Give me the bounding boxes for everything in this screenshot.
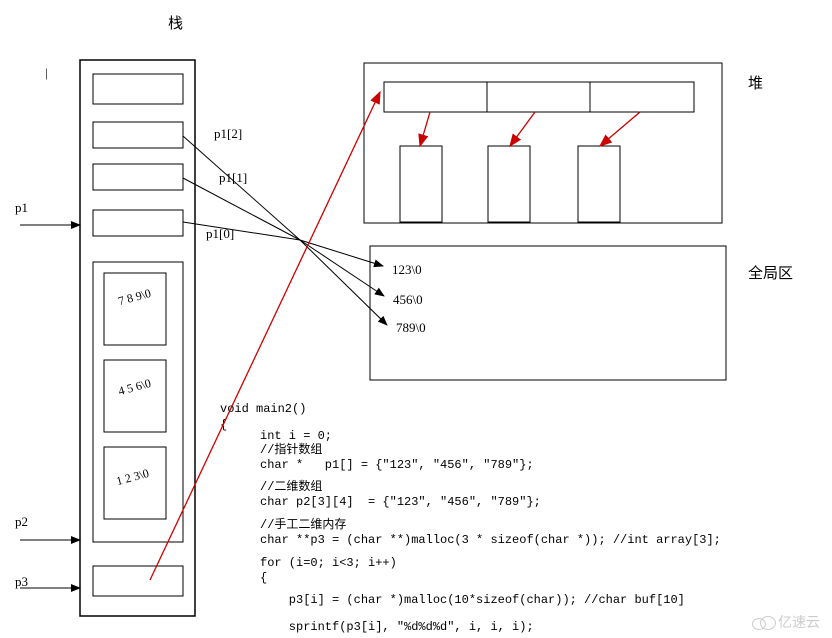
- p3-cell: [93, 566, 183, 596]
- p2-row-1: [104, 360, 166, 432]
- heap-arrow-1: [510, 112, 535, 146]
- stack-cell-a-text: 7 8 9\0: [117, 286, 153, 309]
- p2-label: p2: [15, 514, 28, 530]
- code-l7: char **p3 = (char **)malloc(3 * sizeof(c…: [260, 531, 721, 549]
- watermark: 亿速云: [752, 612, 820, 632]
- stack-cell-c-text: 1 2 3\0: [115, 466, 151, 489]
- heap-block-1: [488, 146, 530, 222]
- code-l10: p3[i] = (char *)malloc(10*sizeof(char));…: [260, 591, 685, 609]
- global-box: [370, 246, 726, 380]
- fan-to-456: [300, 240, 384, 296]
- global-str-3: 789\0: [396, 320, 426, 336]
- p1-0-label: p1[0]: [206, 226, 234, 242]
- code-l5: char p2[3][4] = {"123", "456", "789"};: [260, 493, 541, 511]
- heap-arrow-0: [420, 112, 430, 146]
- heap-block-2: [578, 146, 620, 222]
- global-title: 全局区: [748, 262, 793, 283]
- watermark-text: 亿速云: [778, 612, 820, 632]
- p2-row-2: [104, 273, 166, 345]
- code-brace: {: [220, 416, 227, 434]
- p1-1-label: p1[1]: [219, 170, 247, 186]
- p1-2-label: p1[2]: [214, 126, 242, 142]
- code-l11: sprintf(p3[i], "%d%d%d", i, i, i);: [260, 618, 534, 636]
- heap-title: 堆: [748, 72, 763, 93]
- code-l9: {: [260, 569, 267, 587]
- heap-ptr-array: [384, 82, 694, 112]
- global-str-1: 123\0: [392, 262, 422, 278]
- code-l3: char * p1[] = {"123", "456", "789"};: [260, 456, 534, 474]
- p1-0-cell: [93, 210, 183, 236]
- p1-label: p1: [15, 200, 28, 216]
- stack-cell-b-text: 4 5 6\0: [117, 376, 153, 399]
- top-mark: |: [45, 65, 48, 81]
- p1-2-cell: [93, 122, 183, 148]
- fan-to-123: [300, 240, 383, 266]
- p3-label: p3: [15, 574, 28, 590]
- code-l8: for (i=0; i<3; i++): [260, 554, 397, 572]
- stack-title: 栈: [168, 12, 183, 33]
- fan-to-789: [300, 240, 387, 325]
- p1-1-cell: [93, 164, 183, 190]
- heap-block-0: [400, 146, 442, 222]
- heap-box: [364, 63, 722, 223]
- stack-box: [80, 60, 195, 616]
- cloud-icon: [752, 614, 774, 630]
- code-fn: void main2(): [220, 400, 306, 418]
- heap-arrow-2: [600, 112, 640, 146]
- global-str-2: 456\0: [393, 292, 423, 308]
